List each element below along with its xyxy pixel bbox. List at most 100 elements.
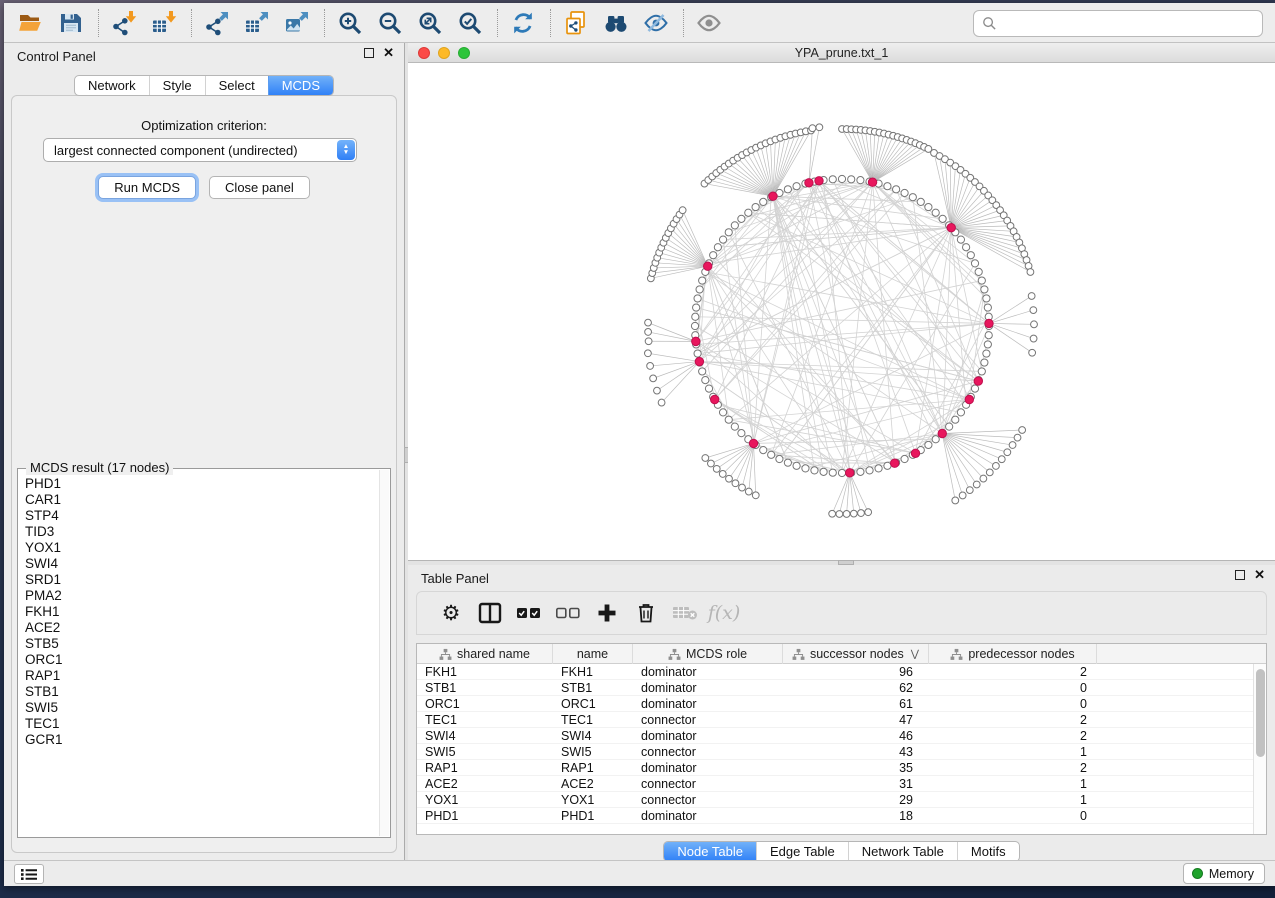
table-row[interactable]: TEC1TEC1connector472	[417, 712, 1253, 728]
import-network-button[interactable]	[107, 6, 141, 40]
zoom-fit-button[interactable]	[413, 6, 447, 40]
network-window-titlebar[interactable]: YPA_prune.txt_1	[408, 43, 1275, 63]
search-field[interactable]	[973, 10, 1263, 37]
table-scrollbar[interactable]	[1253, 664, 1266, 834]
zoom-selected-icon	[457, 10, 483, 36]
scrollbar-thumb[interactable]	[1256, 669, 1265, 757]
table-row[interactable]: ORC1ORC1dominator610	[417, 696, 1253, 712]
tab-mcds[interactable]: MCDS	[268, 76, 333, 95]
mcds-result-item[interactable]: TEC1	[25, 716, 378, 732]
trash-icon	[636, 602, 656, 624]
close-panel-icon[interactable]: ✕	[1254, 570, 1265, 580]
export-table-button[interactable]	[240, 6, 274, 40]
mcds-result-item[interactable]: ORC1	[25, 652, 378, 668]
mcds-result-item[interactable]: SRD1	[25, 572, 378, 588]
open-session-button[interactable]	[14, 6, 48, 40]
tab-style[interactable]: Style	[149, 76, 205, 95]
plus-icon	[597, 603, 617, 623]
toolbar-separator	[324, 9, 325, 37]
delete-table-button[interactable]	[669, 597, 701, 629]
export-network-button[interactable]	[200, 6, 234, 40]
tab-select[interactable]: Select	[205, 76, 268, 95]
tab-motifs[interactable]: Motifs	[957, 842, 1019, 861]
hide-all-columns-button[interactable]	[552, 597, 584, 629]
mcds-result-item[interactable]: PHD1	[25, 476, 378, 492]
show-all-columns-button[interactable]	[513, 597, 545, 629]
column-header-predecessor-nodes[interactable]: predecessor nodes	[929, 644, 1097, 664]
mcds-result-item[interactable]: STB1	[25, 684, 378, 700]
search-input[interactable]	[1003, 16, 1254, 31]
main-toolbar	[4, 3, 1275, 43]
mcds-result-group: MCDS result (17 nodes) PHD1CAR1STP4TID3Y…	[17, 468, 391, 838]
import-table-button[interactable]	[147, 6, 181, 40]
table-row[interactable]: RAP1RAP1dominator352	[417, 760, 1253, 776]
create-column-button[interactable]	[591, 597, 623, 629]
mcds-result-item[interactable]: PMA2	[25, 588, 378, 604]
float-panel-icon[interactable]	[1235, 570, 1245, 580]
fx-icon: f(x)	[708, 602, 741, 624]
panel-menu-button[interactable]	[14, 864, 44, 884]
show-all-button[interactable]	[692, 6, 726, 40]
first-neighbors-button[interactable]	[599, 6, 633, 40]
mcds-result-item[interactable]: CAR1	[25, 492, 378, 508]
column-header-name[interactable]: name	[553, 644, 633, 664]
table-row[interactable]: STB1STB1dominator620	[417, 680, 1253, 696]
save-session-button[interactable]	[54, 6, 88, 40]
control-panel-title: Control Panel	[17, 49, 96, 64]
mcds-result-list[interactable]: PHD1CAR1STP4TID3YOX1SWI4SRD1PMA2FKH1ACE2…	[19, 472, 378, 836]
tab-edge-table[interactable]: Edge Table	[756, 842, 848, 861]
table-row[interactable]: PHD1PHD1dominator180	[417, 808, 1253, 824]
tab-network[interactable]: Network	[75, 76, 149, 95]
column-header-MCDS-role[interactable]: MCDS role	[633, 644, 783, 664]
mcds-result-item[interactable]: RAP1	[25, 668, 378, 684]
export-table-icon	[244, 10, 270, 36]
column-header-successor-nodes[interactable]: successor nodes⋁	[783, 644, 929, 664]
mcds-result-item[interactable]: FKH1	[25, 604, 378, 620]
duplicate-network-button[interactable]	[559, 6, 593, 40]
function-builder-button[interactable]: f(x)	[708, 597, 740, 629]
table-row[interactable]: YOX1YOX1connector291	[417, 792, 1253, 808]
column-header-shared-name[interactable]: shared name	[417, 644, 553, 664]
zoom-in-button[interactable]	[333, 6, 367, 40]
hierarchy-icon	[792, 648, 805, 661]
table-row[interactable]: FKH1FKH1dominator962	[417, 664, 1253, 680]
mcds-result-item[interactable]: GCR1	[25, 732, 378, 748]
zoom-in-icon	[337, 10, 363, 36]
mcds-list-scrollbar[interactable]	[379, 470, 389, 836]
mcds-result-item[interactable]: YOX1	[25, 540, 378, 556]
table-row[interactable]: SWI4SWI4dominator462	[417, 728, 1253, 744]
column-selector-icon	[478, 602, 502, 624]
delete-column-button[interactable]	[630, 597, 662, 629]
export-network-icon	[204, 10, 230, 36]
mcds-result-item[interactable]: SWI4	[25, 556, 378, 572]
tab-node-table[interactable]: Node Table	[664, 842, 756, 861]
hierarchy-icon	[668, 648, 681, 661]
network-view-canvas[interactable]	[408, 63, 1275, 560]
mcds-result-item[interactable]: TID3	[25, 524, 378, 540]
mcds-result-item[interactable]: STP4	[25, 508, 378, 524]
table-rows: FKH1FKH1dominator962STB1STB1dominator620…	[417, 664, 1253, 834]
zoom-out-button[interactable]	[373, 6, 407, 40]
mcds-result-item[interactable]: STB5	[25, 636, 378, 652]
table-row[interactable]: ACE2ACE2connector311	[417, 776, 1253, 792]
checked-boxes-icon	[516, 606, 542, 620]
table-panel-title: Table Panel	[421, 571, 489, 586]
close-panel-button[interactable]: Close panel	[209, 176, 310, 199]
mcds-result-item[interactable]: SWI5	[25, 700, 378, 716]
close-panel-icon[interactable]: ✕	[383, 48, 394, 58]
list-icon	[21, 868, 37, 881]
mcds-result-item[interactable]: ACE2	[25, 620, 378, 636]
criterion-dropdown[interactable]: largest connected component (undirected)…	[43, 138, 357, 162]
table-settings-button[interactable]: ⚙	[435, 597, 467, 629]
float-panel-icon[interactable]	[364, 48, 374, 58]
zoom-selected-button[interactable]	[453, 6, 487, 40]
memory-button[interactable]: Memory	[1183, 863, 1265, 884]
run-mcds-button[interactable]: Run MCDS	[98, 176, 196, 199]
table-row[interactable]: SWI5SWI5connector431	[417, 744, 1253, 760]
memory-status-icon	[1192, 868, 1203, 879]
export-image-button[interactable]	[280, 6, 314, 40]
hide-selected-button[interactable]	[639, 6, 673, 40]
column-selector-button[interactable]	[474, 597, 506, 629]
tab-network-table[interactable]: Network Table	[848, 842, 957, 861]
apply-layout-button[interactable]	[506, 6, 540, 40]
